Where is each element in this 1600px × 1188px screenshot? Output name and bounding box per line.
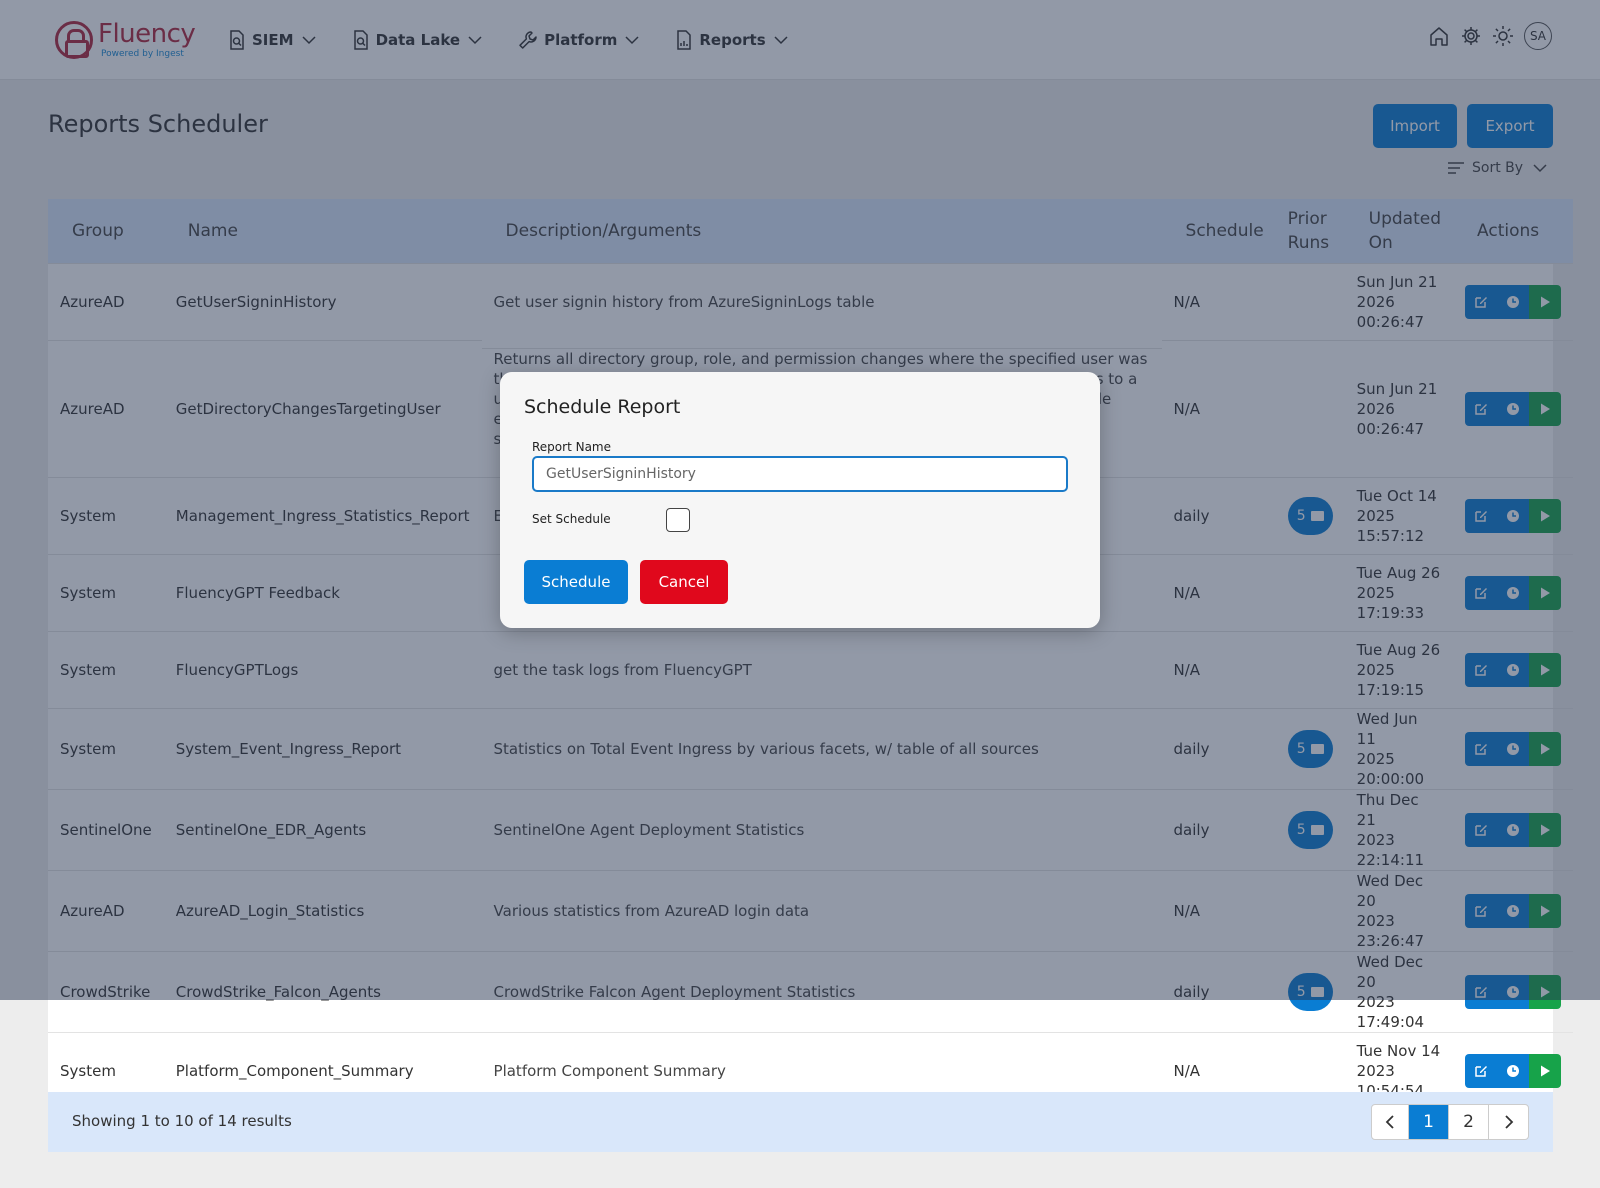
next-page-button[interactable]: [1488, 1105, 1528, 1139]
updated-on-line: 17:49:04: [1356, 1012, 1425, 1031]
schedule-button[interactable]: Schedule: [524, 560, 628, 604]
chevron-left-icon: [1385, 1115, 1394, 1129]
page-2-button[interactable]: 2: [1448, 1105, 1488, 1139]
play-icon: [1538, 1064, 1552, 1078]
row-action-group: [1465, 1053, 1562, 1088]
modal-title: Schedule Report: [524, 396, 681, 418]
chevron-right-icon: [1504, 1115, 1513, 1129]
results-count: Showing 1 to 10 of 14 results: [72, 1112, 292, 1130]
updated-on-line: 2023: [1356, 1061, 1395, 1080]
pagination-bar: Showing 1 to 10 of 14 results 1 2: [48, 1092, 1553, 1152]
report-name-label: Report Name: [532, 440, 611, 454]
set-schedule-label: Set Schedule: [532, 512, 611, 526]
updated-on-line: Tue Nov 14: [1356, 1041, 1441, 1060]
set-schedule-checkbox[interactable]: [666, 508, 690, 532]
schedule-report-modal: Schedule Report Report Name GetUserSigni…: [500, 372, 1100, 628]
page-1-button[interactable]: 1: [1408, 1105, 1448, 1139]
cancel-button[interactable]: Cancel: [640, 560, 728, 604]
edit-icon: [1474, 1064, 1488, 1078]
schedule-row-button[interactable]: [1497, 1053, 1530, 1088]
pager: 1 2: [1371, 1104, 1529, 1140]
prev-page-button[interactable]: [1372, 1105, 1408, 1139]
clock-icon: [1506, 1064, 1520, 1078]
report-name-input[interactable]: GetUserSigninHistory: [532, 456, 1068, 492]
run-button[interactable]: [1529, 1053, 1562, 1088]
edit-button[interactable]: [1465, 1053, 1498, 1088]
